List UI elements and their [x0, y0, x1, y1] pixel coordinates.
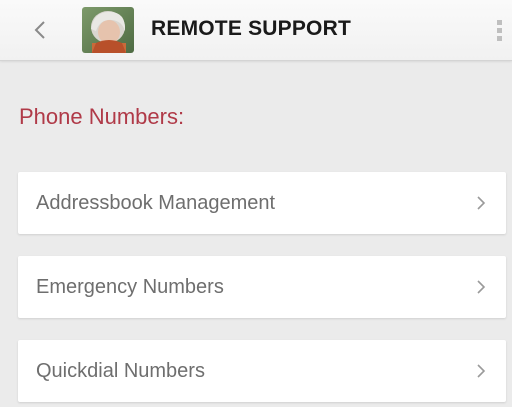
overflow-dot [496, 27, 502, 33]
back-button[interactable] [22, 12, 58, 48]
avatar[interactable] [82, 7, 134, 53]
chevron-right-icon [477, 196, 486, 210]
user-photo-image [82, 7, 134, 53]
list-item-emergency-numbers[interactable]: Emergency Numbers [18, 256, 506, 318]
list-item-addressbook-management[interactable]: Addressbook Management [18, 172, 506, 234]
chevron-left-icon [34, 21, 45, 39]
list-item-label: Quickdial Numbers [36, 360, 205, 382]
phone-numbers-list: Addressbook Management Emergency Numbers… [18, 172, 506, 407]
app-screen: REMOTE SUPPORT Phone Numbers: Addressboo… [0, 0, 512, 407]
list-item-label: Addressbook Management [36, 192, 276, 214]
list-item-quickdial-numbers[interactable]: Quickdial Numbers [18, 340, 506, 402]
section-heading: Phone Numbers: [19, 104, 185, 129]
list-item-label: Emergency Numbers [36, 276, 224, 298]
more-vertical-icon[interactable] [490, 14, 508, 46]
chevron-right-icon [477, 364, 486, 378]
chevron-right-icon [477, 280, 486, 294]
action-bar: REMOTE SUPPORT [0, 0, 512, 61]
overflow-dot [496, 19, 502, 25]
page-title: REMOTE SUPPORT [151, 17, 351, 40]
overflow-dot [496, 35, 502, 41]
